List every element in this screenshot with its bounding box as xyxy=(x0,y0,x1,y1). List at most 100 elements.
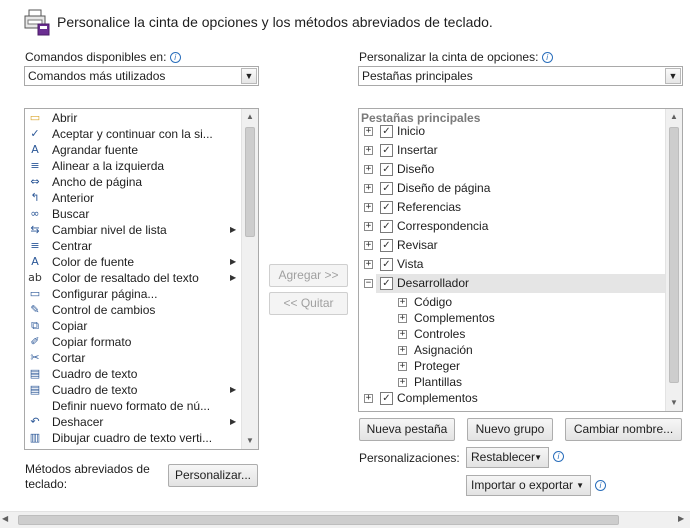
scroll-right-icon[interactable]: ▶ xyxy=(678,514,684,523)
scrollbar-thumb[interactable] xyxy=(18,515,619,525)
tree-tab-item[interactable]: + ✓ Diseño de página xyxy=(359,179,666,198)
tree-tab-item[interactable]: + ✓ Revisar xyxy=(359,236,666,255)
checkbox-checked-icon[interactable]: ✓ xyxy=(380,258,393,271)
expand-icon[interactable]: + xyxy=(364,394,373,403)
scroll-left-icon[interactable]: ◀ xyxy=(2,514,8,523)
expand-icon[interactable]: + xyxy=(364,184,373,193)
horizontal-scrollbar[interactable]: ◀ ▶ xyxy=(0,511,690,528)
command-item[interactable]: ≡ Centrar xyxy=(25,238,245,254)
command-item[interactable]: ≡ Alinear a la izquierda xyxy=(25,158,245,174)
checkbox-checked-icon[interactable]: ✓ xyxy=(380,201,393,214)
import-export-dropdown[interactable]: Importar o exportar ▼ xyxy=(466,475,591,496)
command-item[interactable]: ↶ Deshacer ▶ xyxy=(25,414,245,430)
expand-icon[interactable]: + xyxy=(398,330,407,339)
command-item[interactable]: ∞ Buscar xyxy=(25,206,245,222)
reset-dropdown[interactable]: Restablecer ▼ xyxy=(466,447,549,468)
folder-icon: ▭ xyxy=(29,111,41,124)
scrollbar-thumb[interactable] xyxy=(669,127,679,383)
checkbox-checked-icon[interactable]: ✓ xyxy=(380,125,393,138)
command-item[interactable]: ⧉ Copiar xyxy=(25,318,245,334)
command-item[interactable]: ▥ Dibujar cuadro de texto verti... xyxy=(25,430,245,446)
scissors-icon: ✂ xyxy=(30,351,40,364)
tree-item-label: Complementos xyxy=(397,391,478,405)
new-group-button[interactable]: Nuevo grupo xyxy=(467,418,553,441)
expand-icon[interactable]: + xyxy=(398,378,407,387)
tree-tab-item[interactable]: + ✓ Correspondencia xyxy=(359,217,666,236)
customize-shortcuts-button[interactable]: Personalizar... xyxy=(168,464,258,487)
tree-tab-item[interactable]: + ✓ Complementos xyxy=(359,389,666,408)
checkbox-checked-icon[interactable]: ✓ xyxy=(380,163,393,176)
command-label: Aceptar y continuar con la si... xyxy=(52,127,213,141)
tree-scrollbar[interactable]: ▲ ▼ xyxy=(665,109,682,411)
expand-icon[interactable]: + xyxy=(398,298,407,307)
tree-tab-item[interactable]: + ✓ Insertar xyxy=(359,141,666,160)
chevron-down-icon[interactable]: ▼ xyxy=(665,68,681,84)
scroll-down-icon[interactable]: ▼ xyxy=(666,395,682,411)
tree-tab-item[interactable]: + ✓ Referencias xyxy=(359,198,666,217)
command-label: Agrandar fuente xyxy=(52,143,139,157)
command-item[interactable]: Definir nuevo formato de nú... xyxy=(25,398,245,414)
tree-tab-item[interactable]: − ✓ Desarrollador xyxy=(364,274,666,293)
command-item[interactable]: ✂ Cortar xyxy=(25,350,245,366)
submenu-arrow-icon: ▶ xyxy=(230,257,237,266)
expand-icon[interactable]: + xyxy=(364,241,373,250)
command-item[interactable]: ⇆ Cambiar nivel de lista ▶ xyxy=(25,222,245,238)
scroll-down-icon[interactable]: ▼ xyxy=(242,433,258,449)
tree-item-label: Referencias xyxy=(397,200,462,214)
expand-icon[interactable]: + xyxy=(364,222,373,231)
customize-ribbon-combo[interactable]: Pestañas principales ▼ xyxy=(358,66,683,86)
checkbox-checked-icon[interactable]: ✓ xyxy=(380,220,393,233)
command-item[interactable]: ⇔ Ancho de página xyxy=(25,174,245,190)
info-icon[interactable]: i xyxy=(169,52,181,63)
scroll-up-icon[interactable]: ▲ xyxy=(242,109,258,125)
info-icon[interactable]: i xyxy=(541,52,553,63)
scrollbar-thumb[interactable] xyxy=(245,127,255,237)
checkbox-checked-icon[interactable]: ✓ xyxy=(380,392,393,405)
scroll-up-icon[interactable]: ▲ xyxy=(666,109,682,125)
checkbox-checked-icon[interactable]: ✓ xyxy=(380,182,393,195)
command-item[interactable]: ✐ Copiar formato xyxy=(25,334,245,350)
command-label: Cuadro de texto xyxy=(52,367,138,381)
expand-icon[interactable]: + xyxy=(398,362,407,371)
commands-from-combo[interactable]: Comandos más utilizados ▼ xyxy=(24,66,259,86)
expand-icon[interactable]: + xyxy=(398,314,407,323)
command-item[interactable]: ▤ Cuadro de texto ▶ xyxy=(25,382,245,398)
submenu-arrow-icon: ▶ xyxy=(230,417,237,426)
remove-button[interactable]: << Quitar xyxy=(269,292,348,315)
new-tab-button[interactable]: Nueva pestaña xyxy=(359,418,455,441)
command-item[interactable]: ▤ Cuadro de texto xyxy=(25,366,245,382)
chevron-down-icon[interactable]: ▼ xyxy=(241,68,257,84)
command-item[interactable]: ↰ Anterior xyxy=(25,190,245,206)
collapse-icon[interactable]: − xyxy=(364,279,373,288)
rename-button[interactable]: Cambiar nombre... xyxy=(565,418,682,441)
expand-icon[interactable]: + xyxy=(364,260,373,269)
checkbox-checked-icon[interactable]: ✓ xyxy=(380,277,393,290)
expand-icon[interactable]: + xyxy=(364,165,373,174)
page-setup-icon: ▭ xyxy=(29,287,41,300)
expand-icon[interactable]: + xyxy=(364,127,373,136)
command-item[interactable]: ab Color de resaltado del texto ▶ xyxy=(25,270,245,286)
info-icon[interactable]: i xyxy=(595,480,606,491)
command-item[interactable]: ▭ Abrir xyxy=(25,110,245,126)
command-item[interactable]: ✓ Aceptar y continuar con la si... xyxy=(25,126,245,142)
align-center-icon: ≡ xyxy=(30,239,40,252)
expand-icon[interactable]: + xyxy=(398,346,407,355)
expand-icon[interactable]: + xyxy=(364,146,373,155)
tree-tab-item[interactable]: + ✓ Vista xyxy=(359,255,666,274)
commands-scrollbar[interactable]: ▲ ▼ xyxy=(241,109,258,449)
highlight-icon: ab xyxy=(28,271,42,284)
tree-tab-item[interactable]: + ✓ Inicio xyxy=(359,122,666,141)
ribbon-tabs-tree[interactable]: Pestañas principales + ✓ Inicio + ✓ Insertar +… xyxy=(358,108,683,412)
expand-icon[interactable]: + xyxy=(364,203,373,212)
add-button[interactable]: Agregar >> xyxy=(269,264,348,287)
command-item[interactable]: A Agrandar fuente xyxy=(25,142,245,158)
commands-list[interactable]: ▭ Abrir ✓ Aceptar y continuar con la si... A… xyxy=(24,108,259,450)
checkbox-checked-icon[interactable]: ✓ xyxy=(380,144,393,157)
tree-tab-item[interactable]: + ✓ Diseño xyxy=(359,160,666,179)
command-item[interactable]: ✎ Control de cambios xyxy=(25,302,245,318)
command-label: Anterior xyxy=(52,191,95,205)
command-item[interactable]: ▭ Configurar página... xyxy=(25,286,245,302)
info-icon[interactable]: i xyxy=(553,451,564,462)
checkbox-checked-icon[interactable]: ✓ xyxy=(380,239,393,252)
command-item[interactable]: A Color de fuente ▶ xyxy=(25,254,245,270)
